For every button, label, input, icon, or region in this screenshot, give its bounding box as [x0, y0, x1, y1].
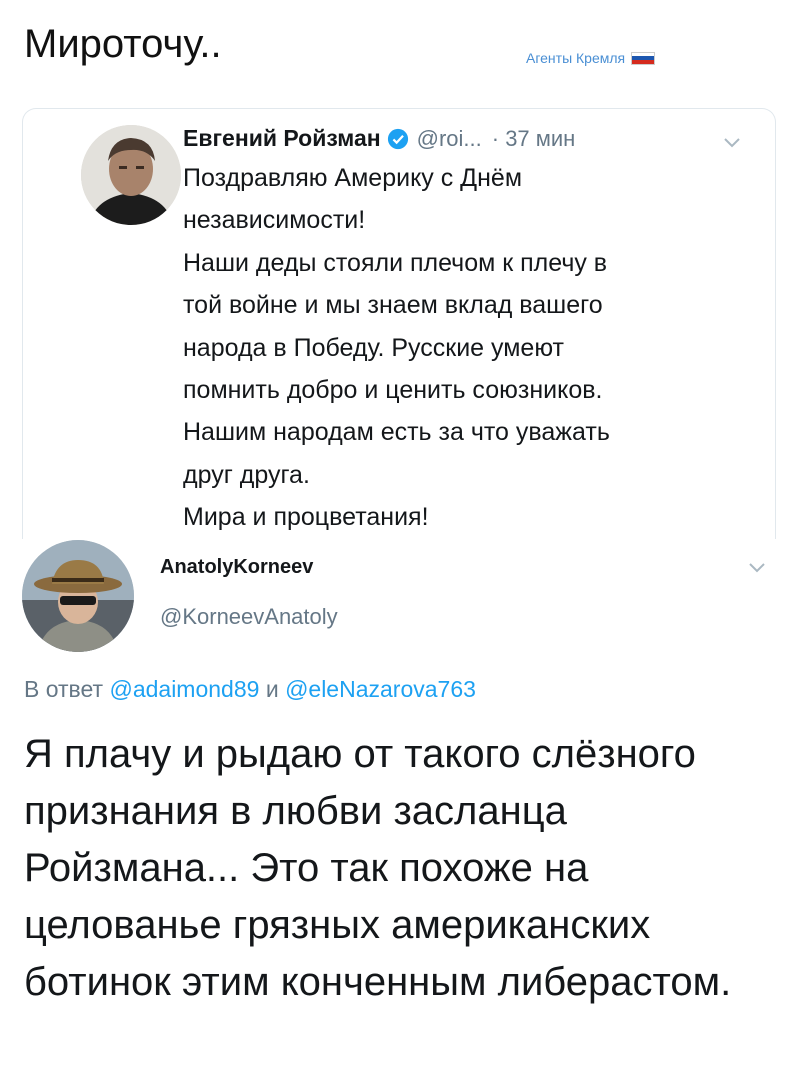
reply-context: В ответ @adaimond89 и @eleNazarova763 — [24, 676, 476, 703]
watermark: Агенты Кремля — [526, 50, 656, 66]
reply-tweet-text: Я плачу и рыдаю от такого слёзного призн… — [24, 732, 732, 1004]
chevron-down-icon[interactable] — [723, 137, 741, 149]
quoted-author-name[interactable]: Евгений Ройзман — [183, 125, 381, 152]
mention-link[interactable]: @adaimond89 — [109, 676, 259, 702]
quoted-tweet-card[interactable]: Евгений Ройзман @roi... · 37 мин Поздрав… — [22, 108, 776, 539]
mention-link[interactable]: @eleNazarova763 — [285, 676, 476, 702]
reply-author-name[interactable]: AnatolyKorneev — [160, 556, 313, 579]
quoted-tweet-text: Поздравляю Америку с Днём независимости!… — [183, 164, 610, 532]
verified-badge-icon — [387, 128, 408, 149]
watermark-label: Агенты Кремля — [526, 50, 626, 66]
reply-conjunction: и — [265, 676, 279, 702]
russian-flag-icon — [631, 51, 656, 65]
quoted-handle[interactable]: @roi... — [417, 126, 482, 152]
quoted-timestamp[interactable]: · 37 мин — [492, 126, 576, 152]
post-title: Мироточу.. — [24, 22, 222, 66]
reply-prefix: В ответ — [24, 676, 104, 702]
avatar[interactable] — [81, 125, 181, 225]
reply-handle[interactable]: @KorneevAnatoly — [160, 604, 338, 630]
chevron-down-icon[interactable] — [748, 562, 766, 574]
avatar[interactable] — [22, 540, 134, 652]
